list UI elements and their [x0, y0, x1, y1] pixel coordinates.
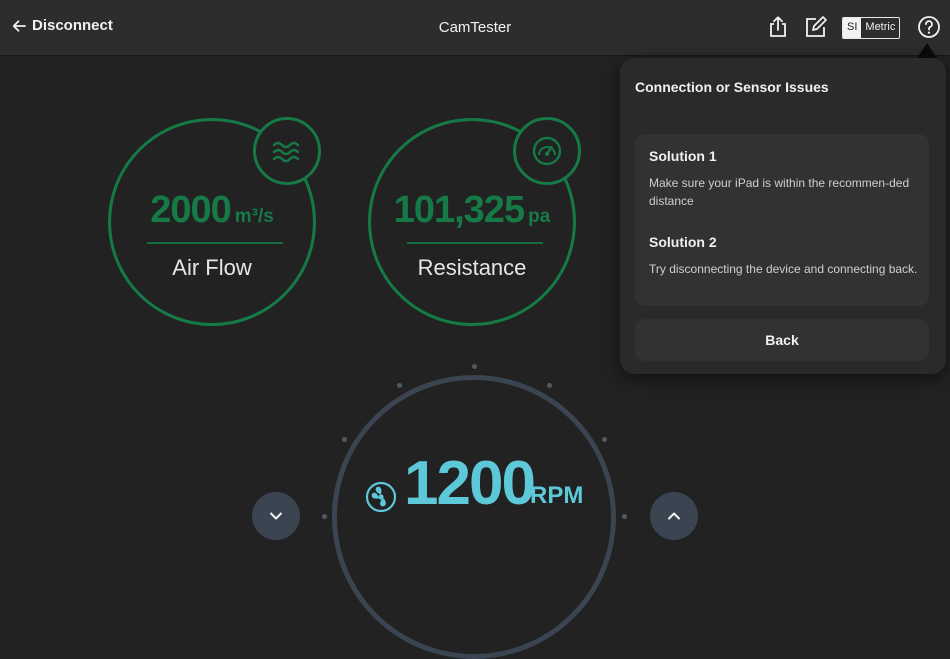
- solution-2-text: Try disconnecting the device and connect…: [649, 262, 918, 276]
- popover-title: Connection or Sensor Issues: [635, 79, 829, 95]
- share-icon[interactable]: [766, 15, 790, 39]
- solution-2-title: Solution 2: [649, 234, 717, 250]
- dial-tick: [322, 514, 327, 519]
- edit-icon[interactable]: [804, 15, 828, 39]
- dial-tick: [547, 383, 552, 388]
- dial-tick: [472, 364, 477, 369]
- air-flow-badge: [253, 117, 321, 185]
- rpm-unit: RPM: [530, 482, 584, 509]
- pressure-gauge-icon: [532, 136, 562, 166]
- unit-metric-option[interactable]: Metric: [861, 18, 899, 38]
- airflow-waves-icon: [272, 141, 300, 163]
- decrease-rpm-button[interactable]: [252, 492, 300, 540]
- navigation-bar: Disconnect CamTester SI Metric: [0, 0, 950, 56]
- resistance-badge: [513, 117, 581, 185]
- dial-tick: [397, 383, 402, 388]
- resistance-value-row: 101,325 pa: [371, 189, 573, 232]
- fan-icon: [365, 481, 397, 513]
- unit-toggle[interactable]: SI Metric: [842, 17, 901, 39]
- resistance-value: 101,325: [393, 189, 525, 231]
- dial-tick: [342, 437, 347, 442]
- chevron-down-icon: [270, 512, 282, 520]
- gauge-divider: [147, 242, 283, 244]
- popover-back-button[interactable]: Back: [635, 319, 929, 361]
- solution-1-title: Solution 1: [649, 148, 717, 164]
- air-flow-value-row: 2000 m³/s: [111, 189, 313, 232]
- air-flow-label: Air Flow: [172, 255, 252, 280]
- increase-rpm-button[interactable]: [650, 492, 698, 540]
- resistance-unit: pa: [528, 206, 551, 227]
- air-flow-value: 2000: [150, 189, 232, 231]
- popover-arrow: [917, 43, 937, 58]
- help-popover: Connection or Sensor Issues Solution 1 M…: [620, 58, 946, 374]
- dial-tick: [622, 514, 627, 519]
- solutions-card: Solution 1 Make sure your iPad is within…: [635, 134, 929, 306]
- dial-tick: [602, 437, 607, 442]
- chevron-up-icon: [668, 512, 680, 520]
- unit-si-option[interactable]: SI: [843, 18, 862, 38]
- gauge-divider: [407, 242, 543, 244]
- rpm-value: 1200: [404, 449, 536, 518]
- resistance-label: Resistance: [417, 255, 527, 280]
- air-flow-unit: m³/s: [234, 206, 274, 227]
- solution-1-text: Make sure your iPad is within the recomm…: [649, 176, 910, 208]
- help-icon[interactable]: [917, 15, 941, 39]
